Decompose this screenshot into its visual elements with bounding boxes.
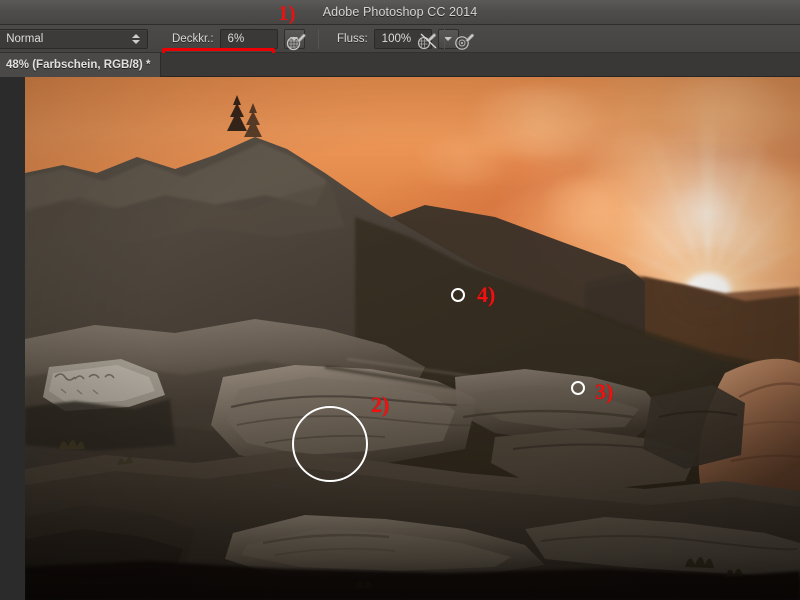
small-brush-cursor-4 xyxy=(451,288,465,302)
app-title: Adobe Photoshop CC 2014 xyxy=(322,5,478,19)
annotation-2: 2) xyxy=(371,392,390,417)
brush-pressure-icon xyxy=(417,33,437,50)
annotation-4: 4) xyxy=(477,282,496,307)
flow-label: Fluss: xyxy=(337,33,368,45)
airbrush-toggle-button[interactable] xyxy=(283,29,309,53)
annotation-1: 1) xyxy=(278,1,296,25)
document-tab-label: 48% (Farbschein, RGB/8) * xyxy=(6,59,151,71)
title-bar: Adobe Photoshop CC 2014 xyxy=(0,0,800,25)
blend-mode-value: Normal xyxy=(6,33,44,45)
chevron-down-icon xyxy=(444,37,453,41)
image-canvas[interactable] xyxy=(25,77,800,600)
airbrush-icon xyxy=(286,33,306,51)
small-brush-cursor-3 xyxy=(571,381,585,395)
tablet-pressure-size-button[interactable] xyxy=(452,29,478,53)
options-divider-1 xyxy=(318,29,319,49)
photoshop-window: Adobe Photoshop CC 2014 : Normal Deckkr.… xyxy=(0,0,800,600)
stepper-updown-icon[interactable] xyxy=(132,32,141,46)
options-divider-2 xyxy=(444,29,445,49)
annotation-3: 3) xyxy=(595,379,614,404)
large-brush-cursor xyxy=(292,406,368,482)
terrain-layer xyxy=(25,95,800,600)
blend-mode-select[interactable]: Normal xyxy=(0,29,149,49)
pressure-opacity-toggle-button[interactable] xyxy=(415,29,441,53)
tablet-pressure-size-icon xyxy=(455,33,475,50)
tool-options-bar: : Normal Deckkr.: 6% xyxy=(0,25,800,78)
opacity-label: Deckkr.: xyxy=(172,33,214,45)
blend-mode-group: : Normal xyxy=(0,29,149,49)
document-tab[interactable]: 48% (Farbschein, RGB/8) * xyxy=(0,53,162,77)
opacity-input[interactable]: 6% xyxy=(219,29,278,49)
workspace xyxy=(0,77,800,600)
document-tab-bar: 48% (Farbschein, RGB/8) * xyxy=(0,53,800,77)
